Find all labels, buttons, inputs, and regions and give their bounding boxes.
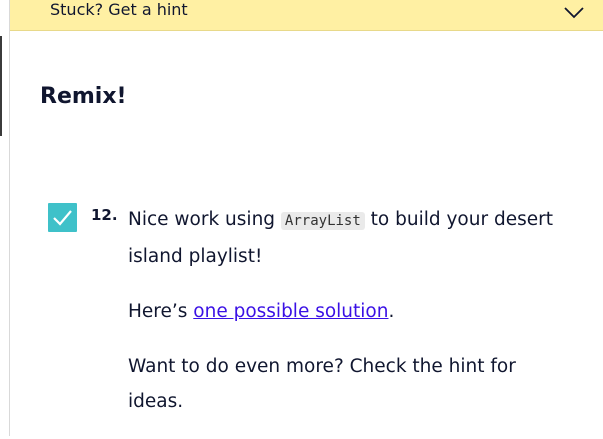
inline-code: ArrayList (280, 212, 365, 230)
solution-link[interactable]: one possible solution (193, 301, 388, 322)
left-panel-scrollbar[interactable] (0, 36, 2, 136)
task-checkbox[interactable] (48, 203, 77, 232)
left-panel-divider (9, 0, 10, 436)
task-body: Nice work using ArrayList to build your … (128, 202, 568, 439)
task-text: Here’s (128, 301, 194, 322)
task-number: 12. (91, 206, 118, 224)
chevron-down-icon[interactable] (563, 4, 585, 20)
section-title: Remix! (40, 84, 127, 109)
task-paragraph-3: Want to do even more? Check the hint for… (128, 356, 516, 412)
task-paragraph-2: Here’s one possible solution. (128, 294, 568, 329)
checkmark-icon (53, 210, 72, 226)
task-paragraph-1: Nice work using ArrayList to build your … (128, 202, 568, 274)
task-text: . (388, 301, 395, 322)
task-text: Nice work using (128, 209, 281, 230)
hint-bar[interactable]: Stuck? Get a hint (10, 0, 603, 31)
hint-label: Stuck? Get a hint (50, 0, 188, 19)
